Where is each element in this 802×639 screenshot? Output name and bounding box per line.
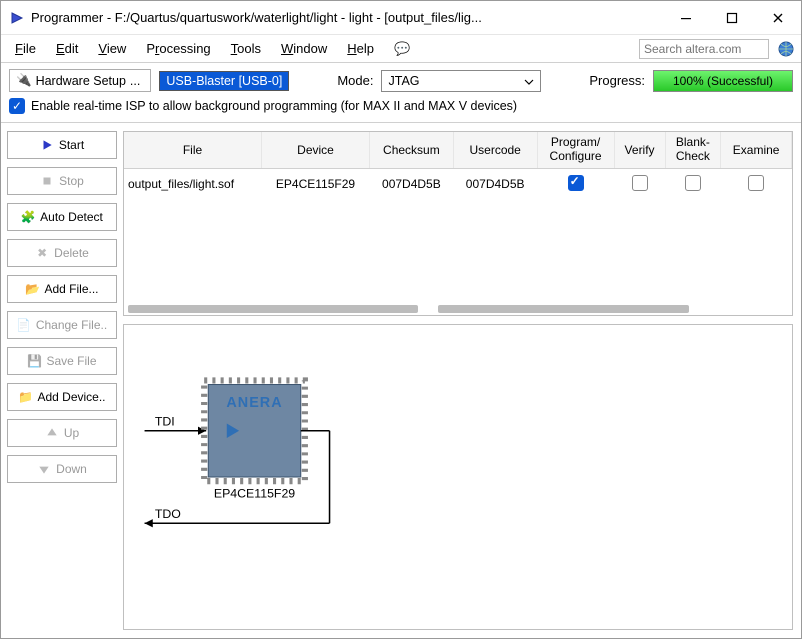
col-file[interactable]: File [124, 132, 262, 168]
hardware-setup-label: Hardware Setup [36, 74, 126, 88]
delete-icon: ✖ [35, 246, 49, 260]
jtag-diagram: TDI ANERA EP4CE115F29 TDO [123, 324, 793, 630]
delete-label: Delete [54, 246, 89, 260]
change-file-icon: 📄 [17, 318, 31, 332]
progress-label: Progress: [589, 73, 645, 88]
mode-label: Mode: [337, 73, 373, 88]
tdi-label: TDI [155, 415, 175, 429]
auto-detect-icon: 🧩 [21, 210, 35, 224]
chevron-down-icon [524, 74, 534, 88]
device-table: File Device Checksum Usercode Program/Co… [123, 131, 793, 316]
start-label: Start [59, 138, 84, 152]
menu-feedback-icon[interactable]: 💬 [386, 39, 418, 59]
program-checkbox[interactable] [568, 175, 584, 191]
chip-label: EP4CE115F29 [214, 487, 295, 501]
realtime-isp-label: Enable real-time ISP to allow background… [31, 99, 517, 113]
start-button[interactable]: Start [7, 131, 117, 159]
start-icon [40, 138, 54, 152]
add-file-label: Add File... [44, 282, 98, 296]
add-device-button[interactable]: 📁 Add Device.. [7, 383, 117, 411]
col-usercode[interactable]: Usercode [453, 132, 537, 168]
globe-icon[interactable] [777, 40, 795, 58]
table-scrollbar[interactable] [124, 305, 792, 315]
table-row[interactable]: output_files/light.sof EP4CE115F29 007D4… [124, 168, 792, 200]
cell-usercode: 007D4D5B [453, 168, 537, 200]
col-program[interactable]: Program/Configure [537, 132, 614, 168]
down-label: Down [56, 462, 87, 476]
hardware-setup-button[interactable]: 🔌 Hardware Setup [9, 69, 151, 92]
cell-device: EP4CE115F29 [262, 168, 370, 200]
save-file-icon: 💾 [27, 354, 41, 368]
change-file-label: Change File.. [36, 318, 107, 332]
mode-select[interactable]: JTAG [381, 70, 541, 92]
content: File Device Checksum Usercode Program/Co… [123, 123, 801, 638]
tdo-label: TDO [155, 507, 181, 521]
menu-processing[interactable]: Processing [138, 39, 218, 58]
mode-value: JTAG [388, 74, 419, 88]
auto-detect-button[interactable]: 🧩 Auto Detect [7, 203, 117, 231]
title-bar: Programmer - F:/Quartus/quartuswork/wate… [1, 1, 801, 35]
cell-file: output_files/light.sof [124, 168, 262, 200]
cell-checksum: 007D4D5B [370, 168, 454, 200]
maximize-button[interactable] [709, 2, 755, 34]
realtime-isp-row: ✓ Enable real-time ISP to allow backgrou… [1, 92, 801, 123]
up-button[interactable]: Up [7, 419, 117, 447]
hardware-icon: 🔌 [16, 73, 32, 88]
col-blankcheck[interactable]: Blank-Check [665, 132, 721, 168]
stop-button[interactable]: Stop [7, 167, 117, 195]
up-icon [45, 426, 59, 440]
toolbar: 🔌 Hardware Setup USB-Blaster [USB-0] Mod… [1, 63, 801, 92]
menu-window[interactable]: Window [273, 39, 335, 58]
menu-bar: File Edit View Processing Tools Window H… [1, 35, 801, 63]
add-device-icon: 📁 [18, 390, 32, 404]
examine-checkbox[interactable] [748, 175, 764, 191]
add-file-icon: 📂 [25, 282, 39, 296]
menu-view[interactable]: View [90, 39, 134, 58]
menu-help[interactable]: Help [339, 39, 382, 58]
add-file-button[interactable]: 📂 Add File... [7, 275, 117, 303]
down-icon [37, 462, 51, 476]
save-file-label: Save File [46, 354, 96, 368]
window-title: Programmer - F:/Quartus/quartuswork/wate… [31, 10, 663, 25]
chip-logo: ANERA [226, 395, 282, 411]
app-icon [9, 10, 25, 26]
add-device-label: Add Device.. [37, 390, 105, 404]
progress-bar: 100% (Successful) [653, 70, 793, 92]
menu-tools[interactable]: Tools [223, 39, 269, 58]
save-file-button[interactable]: 💾 Save File [7, 347, 117, 375]
chip-icon[interactable]: ANERA [204, 380, 305, 481]
realtime-isp-checkbox[interactable]: ✓ [9, 98, 25, 114]
sidebar: Start Stop 🧩 Auto Detect ✖ Delete 📂 Add … [1, 123, 123, 638]
minimize-button[interactable] [663, 2, 709, 34]
auto-detect-label: Auto Detect [40, 210, 103, 224]
col-verify[interactable]: Verify [614, 132, 665, 168]
col-checksum[interactable]: Checksum [370, 132, 454, 168]
search-input[interactable] [639, 39, 769, 59]
stop-icon [40, 174, 54, 188]
menu-edit[interactable]: Edit [48, 39, 86, 58]
menu-file[interactable]: File [7, 39, 44, 58]
up-label: Up [64, 426, 79, 440]
verify-checkbox[interactable] [632, 175, 648, 191]
close-button[interactable] [755, 2, 801, 34]
blankcheck-checkbox[interactable] [685, 175, 701, 191]
change-file-button[interactable]: 📄 Change File.. [7, 311, 117, 339]
stop-label: Stop [59, 174, 84, 188]
col-examine[interactable]: Examine [721, 132, 792, 168]
delete-button[interactable]: ✖ Delete [7, 239, 117, 267]
col-device[interactable]: Device [262, 132, 370, 168]
main: Start Stop 🧩 Auto Detect ✖ Delete 📂 Add … [1, 123, 801, 638]
selected-hardware[interactable]: USB-Blaster [USB-0] [159, 71, 289, 91]
down-button[interactable]: Down [7, 455, 117, 483]
